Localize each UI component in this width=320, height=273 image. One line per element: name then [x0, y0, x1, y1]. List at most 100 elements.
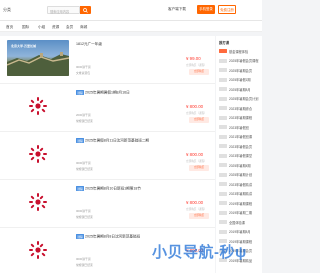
nav-item[interactable]: 小组 — [38, 25, 45, 30]
institution-logo-icon — [29, 97, 47, 115]
sidebar-item-thumb — [219, 229, 227, 234]
search-button[interactable] — [80, 6, 91, 14]
thumb-banner-text: 北京大学·万里长城 — [11, 44, 36, 48]
sidebar-item[interactable]: 2025年暑期会员计划 — [219, 96, 262, 102]
sidebar-rankings: 报打课 基金课程体验 2025年暑假会员课程 2025年暑期会员 2025年暑假1期 2… — [216, 36, 262, 273]
sidebar-item-label: 2019年暑期二期 — [229, 211, 253, 215]
course-card[interactable]: 课程 2025年暑期8月10日新班1期第18节 0000讲干货 常规课已结束 ¥ … — [0, 180, 215, 228]
main-nav: 首页 国际 小组 资源 会员 商城 — [0, 21, 262, 32]
course-meta: 2000讲干货 — [76, 113, 91, 117]
sidebar-item-label: 2023年暑假班 — [229, 125, 249, 130]
sidebar-item-label: 2025年暑期4期 — [229, 163, 251, 168]
sidebar-item-label: 2023年暑假会员 — [229, 144, 253, 149]
sidebar-item[interactable]: 2023年暑假会员 — [219, 143, 262, 149]
course-price: ¥ 800.00 — [186, 152, 204, 157]
course-thumbnail[interactable] — [7, 184, 69, 220]
register-button[interactable]: 免费注册 — [218, 5, 236, 14]
nav-item[interactable]: 资源 — [52, 25, 59, 30]
buy-button[interactable]: 立即购买 — [189, 213, 209, 219]
sidebar-item-label: 2021年暑假班课 — [229, 135, 253, 139]
search-input[interactable]: 搜索应用内容 — [47, 6, 80, 14]
course-meta: 0000讲干货 — [76, 65, 91, 69]
sidebar-item[interactable]: 2023年暑期精讲 — [219, 191, 262, 197]
course-thumbnail[interactable] — [7, 88, 69, 124]
course-card[interactable]: 北京大学·万里长城 1812元广一年级 0000讲干货 文章资源包 ¥ 99.0… — [0, 36, 215, 84]
sidebar-item[interactable]: 2025年暑期会员 — [219, 67, 262, 73]
sidebar-item[interactable]: 2025年暑期计划 — [219, 172, 262, 178]
course-badge: 课程 — [76, 90, 84, 95]
course-card[interactable]: 课程 2025年暑期暑假1期8月16日 2000讲干货 常规课已结束 ¥ 800.… — [0, 84, 215, 132]
sidebar-item-label: 2023年暑期精讲 — [229, 192, 253, 196]
course-meta: 0000讲干货 — [76, 161, 91, 165]
sidebar-item-thumb — [219, 125, 227, 129]
sidebar-item-thumb — [219, 182, 227, 186]
nav-item[interactable]: 会员 — [66, 25, 73, 30]
sidebar-item-thumb — [219, 172, 227, 177]
search-icon — [83, 7, 88, 13]
course-badge: 课程 — [76, 234, 84, 239]
sidebar-item[interactable]: 2025年暑期4期 — [219, 162, 262, 168]
course-title[interactable]: 课程 2025年暑假8月11日沈河新范基础班二期 — [76, 138, 149, 143]
course-thumbnail[interactable]: 北京大学·万里长城 — [7, 40, 69, 76]
sidebar-item-thumb — [219, 163, 227, 167]
sidebar-item[interactable]: 2019年暑期二期 — [219, 210, 262, 216]
sidebar-item[interactable]: 2019年暑期8月 — [219, 229, 262, 235]
course-title[interactable]: 课程 2025年暑期暑假1期8月16日 — [76, 90, 130, 95]
sidebar-item-label: 2025年暑期计划 — [229, 173, 253, 177]
sidebar-item-thumb — [219, 68, 227, 72]
top-header: 分类 搜索应用内容 客户端下载 手机登录 免费注册 — [0, 0, 262, 21]
course-meta: 常规课已结束 — [76, 167, 93, 171]
sidebar-item-thumb — [219, 144, 227, 148]
course-price-note: 立即购买（课程） — [186, 64, 207, 67]
course-thumbnail[interactable] — [7, 136, 69, 172]
course-badge: 课程 — [76, 186, 84, 191]
sidebar-item-label: 全国体验课 — [229, 220, 245, 225]
site-logo[interactable]: 分类 — [3, 7, 11, 13]
sidebar-item-label: 2023年暑期课程 — [229, 116, 253, 120]
course-card[interactable]: 课程 2025年暑假8月11日沈河新范基础班二期 0000讲干货 常规课已结束 ¥… — [0, 132, 215, 180]
sidebar-item-label: 2019年暑期课程 — [229, 201, 253, 206]
nav-item[interactable]: 商城 — [80, 25, 87, 30]
sidebar-item[interactable]: 2025年暑期8月 — [219, 86, 262, 92]
sidebar-item-label: 2023年暑期综合 — [229, 106, 253, 111]
sidebar-item-thumb — [219, 191, 227, 196]
app-download-link[interactable]: 客户端下载 — [168, 7, 186, 12]
course-title[interactable]: 课程 2025年暑期8月8日沈河新范基础班 — [76, 234, 140, 239]
watermark-text: 小贝导航-秒ψ — [152, 244, 247, 261]
sidebar-item[interactable]: 2021年暑假班课 — [219, 134, 262, 140]
buy-button[interactable]: 立即购买 — [189, 165, 209, 171]
course-thumbnail[interactable] — [7, 232, 69, 268]
sidebar-item-label: 2019年暑期8月 — [229, 230, 251, 234]
course-title[interactable]: 课程 2025年暑期8月10日新班1期第18节 — [76, 186, 141, 191]
sidebar-item-thumb — [219, 210, 227, 215]
buy-button[interactable]: 立即购买 — [189, 117, 209, 123]
course-title[interactable]: 1812元广一年级 — [76, 42, 102, 47]
course-title-text: 2025年暑期8月10日新班1期第18节 — [84, 186, 141, 191]
sidebar-item[interactable]: 基金课程体验 — [219, 48, 262, 54]
login-button[interactable]: 手机登录 — [197, 5, 215, 14]
nav-item[interactable]: 国际 — [22, 25, 29, 30]
sidebar-item-label: 2025年暑期会员计划 — [229, 97, 259, 101]
institution-logo-icon — [29, 241, 47, 259]
buy-button[interactable]: 立即购买 — [189, 69, 209, 75]
sidebar-item[interactable]: 2023年暑假班 — [219, 124, 262, 130]
course-meta: 文章资源包 — [76, 71, 90, 75]
sidebar-item[interactable]: 2025年暑假会员课程 — [219, 58, 262, 64]
sidebar-item[interactable]: 2023年暑假精讲 — [219, 181, 262, 187]
sidebar-item-label: 2025年暑期会员 — [229, 68, 253, 73]
sidebar-item-thumb — [219, 77, 227, 82]
sidebar-item-label: 基金课程体验 — [229, 49, 249, 54]
course-title-text: 2025年暑期8月8日沈河新范基础班 — [84, 234, 141, 239]
sidebar-item[interactable]: 2023年暑假课堂 — [219, 153, 262, 159]
sidebar-item-label: 2025年暑假会员课程 — [229, 59, 259, 63]
nav-item[interactable]: 首页 — [6, 25, 13, 30]
sidebar-item[interactable]: 2023年暑期课程 — [219, 115, 262, 121]
sidebar-item-label: 2025年暑期8月 — [229, 87, 251, 92]
sidebar-item[interactable]: 2023年暑期综合 — [219, 105, 262, 111]
sidebar-item[interactable]: 2025年暑假1期 — [219, 77, 262, 83]
sidebar-item[interactable]: 2019年暑期课程 — [219, 200, 262, 206]
sidebar-item-thumb — [219, 220, 227, 224]
sidebar-item-label: 2023年暑假精讲 — [229, 182, 253, 187]
sidebar-item[interactable]: 全国体验课 — [219, 219, 262, 225]
course-price: ¥ 800.00 — [186, 200, 204, 205]
